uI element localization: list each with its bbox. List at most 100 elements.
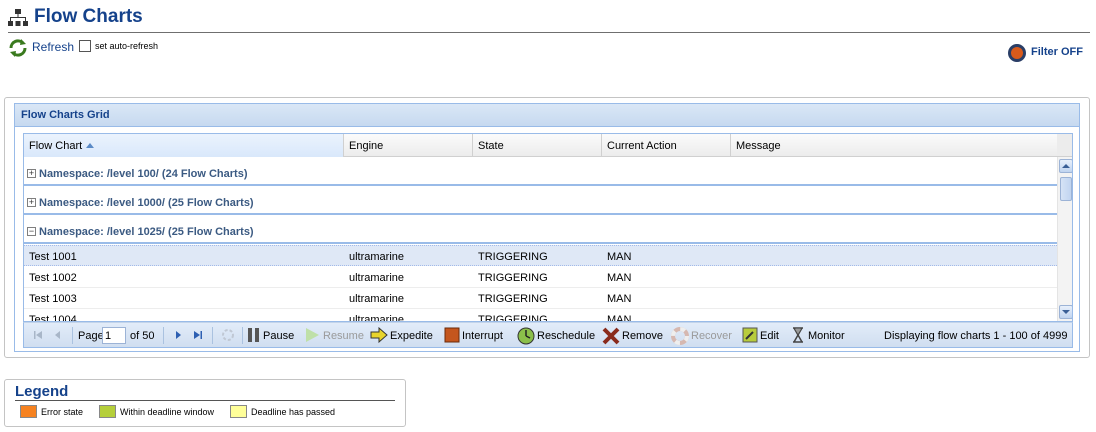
cell-flow-chart: Test 1001 [29, 251, 77, 263]
cell-engine: ultramarine [349, 251, 405, 263]
cell-action: MAN [607, 272, 632, 284]
vertical-scrollbar[interactable] [1057, 157, 1072, 321]
stop-icon [444, 327, 460, 343]
group-label: Namespace: /level 100/ (24 Flow Charts) [39, 168, 248, 180]
cell-action: MAN [607, 314, 632, 322]
flow-charts-grid-panel: Flow Charts Grid Flow Chart Engine State… [14, 103, 1080, 352]
prev-page-icon[interactable] [50, 327, 66, 345]
refresh-button[interactable]: Refresh [8, 38, 78, 58]
expedite-button[interactable]: Expedite [370, 327, 436, 345]
filter-label: Filter OFF [1031, 46, 1083, 58]
column-header-engine[interactable]: Engine [344, 134, 473, 157]
page-title: Flow Charts [34, 6, 143, 27]
cell-flow-chart: Test 1003 [29, 293, 77, 305]
edit-icon [742, 327, 758, 343]
cell-flow-chart: Test 1004 [29, 314, 77, 322]
column-header-state[interactable]: State [473, 134, 602, 157]
filter-status-icon [1008, 44, 1026, 62]
page-count-text: of 50 [130, 330, 155, 342]
legend-swatch-deadline-passed [230, 405, 247, 418]
toolbar-separator [72, 327, 73, 344]
column-header-label: Engine [349, 140, 384, 152]
lifebuoy-icon [671, 327, 689, 345]
legend-label: Within deadline window [120, 407, 215, 417]
cell-state: TRIGGERING [478, 293, 548, 305]
close-icon [602, 327, 620, 345]
page-header: Flow Charts [8, 6, 1090, 33]
first-page-icon[interactable] [30, 327, 46, 345]
remove-label: Remove [622, 330, 663, 342]
collapse-icon[interactable]: − [27, 227, 36, 236]
column-header-message[interactable]: Message [731, 134, 1057, 157]
legend-panel: Legend Error state Within deadline windo… [4, 379, 406, 427]
expand-icon[interactable]: + [27, 169, 36, 178]
cell-flow-chart: Test 1002 [29, 272, 77, 284]
cell-state: TRIGGERING [478, 272, 548, 284]
toolbar-separator [212, 327, 213, 344]
reschedule-label: Reschedule [537, 330, 596, 342]
cell-action: MAN [607, 251, 632, 263]
group-row[interactable]: + Namespace: /level 100/ (24 Flow Charts… [24, 157, 1057, 186]
recover-label: Recover [691, 330, 732, 342]
pause-label: Pause [263, 330, 295, 342]
cell-engine: ultramarine [349, 272, 405, 284]
column-header-current-action[interactable]: Current Action [602, 134, 731, 157]
cell-state: TRIGGERING [478, 251, 548, 263]
remove-button[interactable]: Remove [602, 327, 666, 345]
page-number-input[interactable] [102, 327, 126, 344]
toolbar-separator [163, 327, 164, 344]
table-row[interactable]: Test 1001 ultramarine TRIGGERING MAN [24, 245, 1057, 266]
refresh-icon [9, 39, 27, 57]
next-page-icon[interactable] [170, 327, 186, 345]
column-header-label: Flow Chart [29, 140, 83, 152]
toolbar-separator [242, 327, 243, 344]
display-message-text: Displaying flow charts 1 - 100 of 4999 [884, 330, 1068, 342]
column-header-label: Message [736, 140, 781, 152]
column-header-row: Flow Chart Engine State Current Action M… [24, 134, 1057, 157]
expand-icon[interactable]: + [27, 198, 36, 207]
loading-icon[interactable] [220, 327, 236, 345]
legend-swatch-error [20, 405, 37, 418]
edit-button[interactable]: Edit [742, 327, 782, 345]
refresh-label: Refresh [32, 40, 75, 54]
scroll-thumb[interactable] [1060, 177, 1072, 201]
legend-title: Legend [15, 383, 69, 400]
cell-engine: ultramarine [349, 314, 405, 322]
pause-button[interactable]: Pause [246, 327, 302, 345]
table-row[interactable]: Test 1004 ultramarine TRIGGERING MAN [24, 309, 1057, 322]
grid-panel-title: Flow Charts Grid [21, 109, 110, 121]
cell-engine: ultramarine [349, 293, 405, 305]
scrollbar-header-spacer [1057, 134, 1072, 157]
sitemap-icon [8, 9, 28, 26]
reschedule-button[interactable]: Reschedule [517, 327, 595, 345]
pause-icon [248, 328, 259, 342]
cell-state: TRIGGERING [478, 314, 548, 322]
grid-body: Flow Chart Engine State Current Action M… [23, 133, 1073, 322]
monitor-label: Monitor [808, 330, 845, 342]
arrow-right-icon [370, 327, 388, 343]
paging-toolbar: Page of 50 Pause Resume Expedite Inte [23, 322, 1073, 348]
last-page-icon[interactable] [190, 327, 206, 345]
auto-refresh-checkbox[interactable] [79, 40, 91, 52]
interrupt-label: Interrupt [462, 330, 503, 342]
column-header-label: State [478, 140, 504, 152]
legend-label: Error state [41, 407, 84, 417]
table-row[interactable]: Test 1003 ultramarine TRIGGERING MAN [24, 288, 1057, 309]
auto-refresh-label: set auto-refresh [95, 41, 159, 51]
scroll-up-icon[interactable] [1059, 159, 1072, 173]
resume-button[interactable]: Resume [304, 327, 366, 345]
recover-button[interactable]: Recover [671, 327, 735, 345]
clock-icon [517, 327, 535, 345]
interrupt-button[interactable]: Interrupt [444, 327, 510, 345]
cell-action: MAN [607, 293, 632, 305]
column-header-label: Current Action [607, 140, 677, 152]
group-row[interactable]: + Namespace: /level 1000/ (25 Flow Chart… [24, 186, 1057, 215]
monitor-button[interactable]: Monitor [790, 327, 850, 345]
group-row[interactable]: − Namespace: /level 1025/ (25 Flow Chart… [24, 215, 1057, 244]
table-row[interactable]: Test 1002 ultramarine TRIGGERING MAN [24, 267, 1057, 288]
edit-label: Edit [760, 330, 779, 342]
filter-toggle-button[interactable]: Filter OFF [1008, 42, 1088, 62]
scroll-down-icon[interactable] [1059, 305, 1072, 319]
legend-swatch-within-deadline [99, 405, 116, 418]
column-header-flow-chart[interactable]: Flow Chart [24, 134, 344, 157]
